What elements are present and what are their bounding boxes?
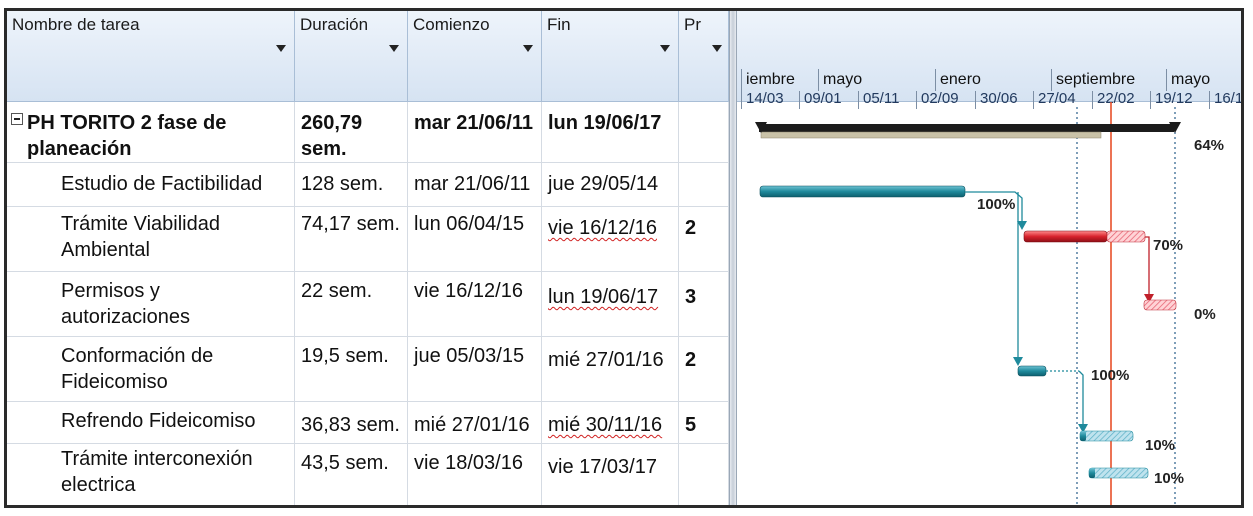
task-name-cell[interactable]: Trámite interconexión electrica bbox=[7, 444, 295, 505]
start-cell[interactable]: vie 16/12/16 bbox=[408, 272, 542, 336]
filter-dropdown-icon[interactable] bbox=[660, 45, 670, 52]
start-cell[interactable]: vie 18/03/16 bbox=[408, 444, 542, 505]
predecessors-cell[interactable]: 5 bbox=[679, 402, 729, 443]
task-bar[interactable] bbox=[759, 185, 966, 198]
start-cell[interactable]: mar 21/06/11 bbox=[408, 102, 542, 162]
column-header-duration[interactable]: Duración bbox=[295, 11, 408, 102]
percent-complete-label: 64% bbox=[1194, 137, 1225, 154]
duration-cell[interactable]: 22 sem. bbox=[295, 272, 408, 336]
task-bar[interactable] bbox=[1079, 430, 1134, 442]
task-name-cell[interactable]: Permisos y autorizaciones bbox=[7, 272, 295, 336]
task-name-line: Conformación de bbox=[61, 345, 214, 367]
finish-cell[interactable]: vie 16/12/16 bbox=[542, 207, 679, 271]
filter-dropdown-icon[interactable] bbox=[523, 45, 533, 52]
summary-progress-bar bbox=[760, 131, 1102, 139]
project-window: Nombre de tarea Duración Comienzo Fin Pr… bbox=[4, 8, 1244, 508]
split-divider[interactable] bbox=[729, 11, 737, 505]
task-bar-progress bbox=[1089, 468, 1095, 478]
column-header-predecessors[interactable]: Pr bbox=[679, 11, 729, 102]
summary-bar[interactable] bbox=[759, 124, 1174, 132]
duration-cell[interactable]: 128 sem. bbox=[295, 163, 408, 206]
task-table: Nombre de tarea Duración Comienzo Fin Pr… bbox=[7, 11, 729, 505]
column-header-finish[interactable]: Fin bbox=[542, 11, 679, 102]
start-cell[interactable]: mié 27/01/16 bbox=[408, 402, 542, 443]
task-name-cell[interactable]: Trámite Viabilidad Ambiental bbox=[7, 207, 295, 271]
task-name-line: Permisos y bbox=[61, 280, 160, 302]
predecessors-cell[interactable] bbox=[679, 102, 729, 162]
table-row[interactable]: Permisos y autorizaciones 22 sem. vie 16… bbox=[7, 272, 729, 337]
task-bar-progress bbox=[1080, 431, 1086, 441]
table-row[interactable]: Estudio de Factibilidad 128 sem. mar 21/… bbox=[7, 163, 729, 207]
task-name-line: autorizaciones bbox=[61, 306, 190, 328]
task-name-cell[interactable]: Estudio de Factibilidad bbox=[7, 163, 295, 206]
task-name-cell[interactable]: Refrendo Fideicomiso bbox=[7, 402, 295, 443]
filter-dropdown-icon[interactable] bbox=[276, 45, 286, 52]
filter-dropdown-icon[interactable] bbox=[389, 45, 399, 52]
task-name-cell[interactable]: Conformación de Fideicomiso bbox=[7, 337, 295, 401]
column-header-duration-label: Duración bbox=[300, 15, 369, 34]
finish-cell[interactable]: lun 19/06/17 bbox=[542, 272, 679, 336]
table-row[interactable]: Trámite Viabilidad Ambiental 74,17 sem. … bbox=[7, 207, 729, 272]
task-name-line: Fideicomiso bbox=[61, 371, 168, 393]
percent-complete-label: 10% bbox=[1154, 470, 1185, 487]
collapse-icon[interactable] bbox=[11, 113, 23, 125]
task-name-line: Refrendo Fideicomiso bbox=[61, 410, 256, 432]
finish-cell[interactable]: mié 27/01/16 bbox=[542, 337, 679, 401]
predecessors-cell[interactable] bbox=[679, 444, 729, 505]
percent-complete-label: 100% bbox=[1091, 367, 1130, 384]
percent-complete-label: 70% bbox=[1153, 237, 1184, 254]
finish-cell[interactable]: jue 29/05/14 bbox=[542, 163, 679, 206]
task-bar-remaining bbox=[1106, 230, 1146, 243]
finish-cell[interactable]: lun 19/06/17 bbox=[542, 102, 679, 162]
task-bar[interactable] bbox=[1088, 467, 1149, 479]
table-row[interactable]: PH TORITO 2 fase de planeación 260,79 se… bbox=[7, 102, 729, 163]
dependency-link bbox=[1145, 236, 1150, 299]
predecessors-cell[interactable] bbox=[679, 163, 729, 206]
duration-cell[interactable]: 43,5 sem. bbox=[295, 444, 408, 505]
start-cell[interactable]: jue 05/03/15 bbox=[408, 337, 542, 401]
start-cell[interactable]: mar 21/06/11 bbox=[408, 163, 542, 206]
column-header-start-label: Comienzo bbox=[413, 15, 490, 34]
column-header-name[interactable]: Nombre de tarea bbox=[7, 11, 295, 102]
column-header-start[interactable]: Comienzo bbox=[408, 11, 542, 102]
predecessors-cell[interactable]: 2 bbox=[679, 337, 729, 401]
percent-complete-label: 10% bbox=[1145, 437, 1176, 454]
task-bar[interactable] bbox=[1143, 299, 1177, 311]
percent-complete-label: 0% bbox=[1194, 306, 1216, 323]
table-row[interactable]: Refrendo Fideicomiso 36,83 sem. mié 27/0… bbox=[7, 402, 729, 444]
gantt-bars bbox=[755, 102, 1181, 505]
table-row[interactable]: Conformación de Fideicomiso 19,5 sem. ju… bbox=[7, 337, 729, 402]
task-name-line: Estudio de Factibilidad bbox=[61, 173, 263, 195]
finish-cell[interactable]: mié 30/11/16 bbox=[542, 402, 679, 443]
task-name-line: planeación bbox=[27, 138, 132, 160]
column-header-name-label: Nombre de tarea bbox=[12, 15, 140, 34]
start-cell[interactable]: lun 06/04/15 bbox=[408, 207, 542, 271]
column-header-finish-label: Fin bbox=[547, 15, 571, 34]
finish-value: mié 30/11/16 bbox=[548, 414, 663, 436]
duration-cell[interactable]: 19,5 sem. bbox=[295, 337, 408, 401]
task-name-line: Trámite interconexión bbox=[61, 448, 253, 470]
task-name-line: Ambiental bbox=[61, 239, 150, 261]
column-header-predecessors-label: Pr bbox=[684, 15, 701, 34]
finish-value: vie 16/12/16 bbox=[548, 217, 657, 239]
duration-cell[interactable]: 36,83 sem. bbox=[295, 402, 408, 443]
task-name-line: PH TORITO 2 fase de bbox=[27, 112, 227, 134]
duration-cell[interactable]: 260,79 sem. bbox=[295, 102, 408, 162]
predecessors-cell[interactable]: 2 bbox=[679, 207, 729, 271]
percent-complete-label: 100% bbox=[977, 196, 1016, 213]
task-name-line: electrica bbox=[61, 474, 136, 496]
gantt-chart[interactable]: iembre mayo enero septiembre mayo 14/03 … bbox=[737, 11, 1241, 505]
predecessors-cell[interactable]: 3 bbox=[679, 272, 729, 336]
dependency-arrow bbox=[1013, 357, 1023, 366]
finish-value: lun 19/06/17 bbox=[548, 286, 659, 308]
finish-cell[interactable]: vie 17/03/17 bbox=[542, 444, 679, 505]
filter-dropdown-icon[interactable] bbox=[712, 45, 722, 52]
task-name-line: Trámite Viabilidad bbox=[61, 213, 220, 235]
dependency-link bbox=[1078, 370, 1084, 429]
task-bar[interactable] bbox=[1023, 230, 1108, 243]
task-name-cell[interactable]: PH TORITO 2 fase de planeación bbox=[7, 102, 295, 162]
task-bar[interactable] bbox=[1017, 365, 1047, 377]
table-row[interactable]: Trámite interconexión electrica 43,5 sem… bbox=[7, 444, 729, 505]
duration-cell[interactable]: 74,17 sem. bbox=[295, 207, 408, 271]
